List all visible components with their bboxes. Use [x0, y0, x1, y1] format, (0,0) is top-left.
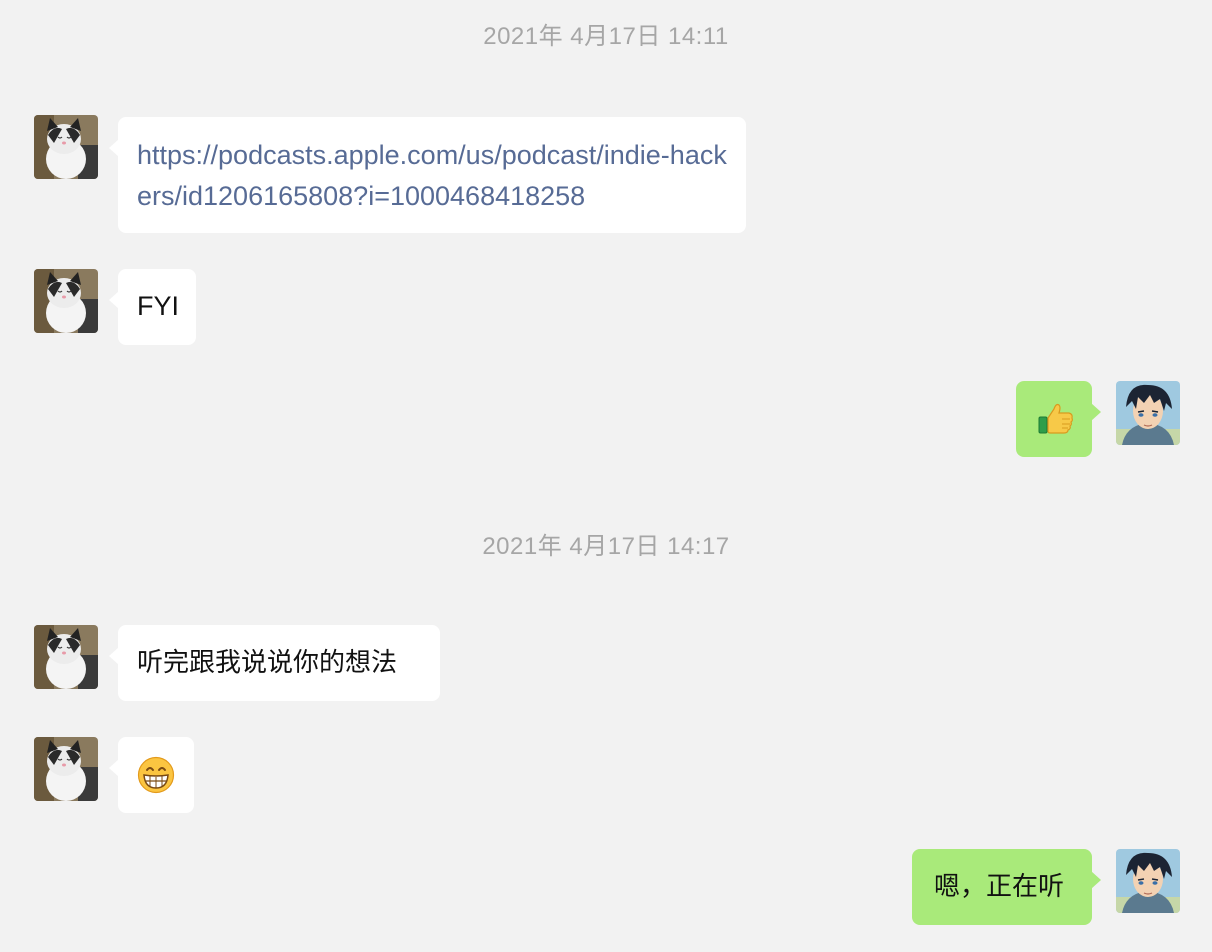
message-bubble-emoji[interactable]	[109, 737, 194, 813]
message-text: FYI	[137, 291, 180, 321]
contact-avatar-cat[interactable]	[34, 625, 98, 689]
contact-avatar-cat[interactable]	[34, 115, 98, 179]
message-bubble-text[interactable]: 嗯，正在听	[912, 849, 1101, 925]
message-bubble-text[interactable]: 听完跟我说说你的想法	[109, 625, 440, 701]
grinning-face-icon	[137, 756, 175, 806]
message-bubble-text[interactable]: FYI	[109, 269, 196, 345]
my-avatar[interactable]	[1116, 849, 1180, 913]
message-bubble-emoji[interactable]	[1016, 381, 1101, 457]
contact-avatar-cat[interactable]	[34, 737, 98, 801]
message-text: 嗯，正在听	[934, 872, 1065, 902]
timestamp: 2021年 4月17日 14:17	[482, 533, 730, 560]
message-bubble-link[interactable]: https://podcasts.apple.com/us/podcast/in…	[109, 117, 746, 233]
contact-avatar-cat[interactable]	[34, 269, 98, 333]
message-link[interactable]: https://podcasts.apple.com/us/podcast/in…	[137, 135, 727, 217]
my-avatar[interactable]	[1116, 381, 1180, 445]
message-text: 听完跟我说说你的想法	[137, 648, 398, 678]
thumbs-up-icon	[1037, 399, 1075, 449]
timestamp: 2021年 4月17日 14:11	[483, 23, 729, 50]
